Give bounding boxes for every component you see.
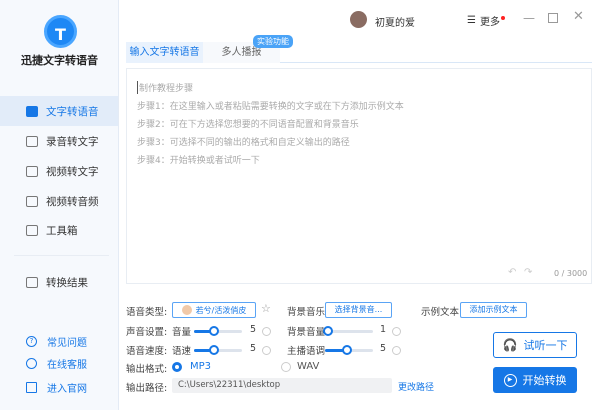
redo-icon[interactable]: ↷ (524, 267, 532, 278)
sidebar-item-label: 文字转语音 (46, 105, 99, 118)
headphones-icon: 🎧 (502, 338, 518, 352)
editor-placeholder-line: 步骤2：可在下方选择您想要的不同语音配置和背景音乐 (137, 120, 359, 130)
text-input-area[interactable]: 制作教程步骤 步骤1：在这里输入或者粘贴需要转换的文字或在下方添加示例文本 步骤… (126, 68, 592, 284)
more-label: 更多 (479, 17, 500, 28)
sidebar-divider (14, 255, 109, 256)
reset-pitch-icon[interactable] (392, 346, 401, 355)
menu-icon: ☰ (467, 15, 476, 26)
sidebar-item-label: 工具箱 (46, 224, 78, 237)
tab-text-to-speech[interactable]: 输入文字转语音 (126, 42, 203, 63)
speech-speed-label: 语音速度: (126, 346, 168, 357)
reset-bg-volume-icon[interactable] (392, 327, 401, 336)
pitch-label: 主播语调 (287, 346, 326, 357)
speed-label: 语速 (172, 346, 192, 357)
website-link[interactable]: 进入官网 (26, 380, 87, 395)
bg-volume-slider[interactable] (323, 326, 373, 336)
bg-volume-label: 背景音量 (287, 327, 326, 338)
results-icon (26, 276, 38, 288)
speed-value: 5 (250, 343, 257, 354)
link-label: 进入官网 (47, 384, 87, 395)
sidebar-item-text-to-speech[interactable]: 文字转语音 (0, 96, 118, 126)
favorite-star-icon[interactable]: ☆ (261, 302, 271, 315)
bg-volume-value: 1 (380, 324, 387, 335)
sidebar-item-label: 视频转音频 (46, 195, 99, 208)
headset-icon (26, 358, 37, 369)
record-icon (26, 135, 38, 147)
monitor-icon (26, 382, 37, 393)
minimize-icon[interactable]: — (523, 11, 535, 25)
reset-speed-icon[interactable] (262, 346, 271, 355)
sidebar: T 迅捷文字转语音 文字转语音 录音转文字 视频转文字 视频转音频 工具箱 转换… (0, 0, 119, 410)
experimental-badge: 实验功能 (253, 35, 293, 48)
editor-placeholder-line: 步骤1：在这里输入或者粘贴需要转换的文字或在下方添加示例文本 (137, 102, 404, 112)
pitch-value: 5 (380, 343, 387, 354)
voice-select-button[interactable]: 若兮/活泼俏皮 (172, 302, 256, 318)
play-circle-icon: ▶ (503, 373, 517, 387)
video-audio-icon (26, 195, 38, 207)
add-sample-text-button[interactable]: 添加示例文本 (460, 302, 527, 318)
sidebar-item-results[interactable]: 转换结果 (0, 267, 118, 297)
app-title: 迅捷文字转语音 (21, 54, 98, 67)
pitch-slider[interactable] (325, 345, 373, 355)
volume-slider-handle[interactable] (209, 326, 219, 336)
support-link[interactable]: 在线客服 (26, 356, 87, 371)
sidebar-item-toolbox[interactable]: 工具箱 (0, 215, 118, 245)
format-label: MP3 (190, 361, 212, 372)
sidebar-item-label: 转换结果 (46, 276, 88, 289)
undo-icon[interactable]: ↶ (508, 267, 516, 278)
radio-checked (172, 361, 182, 372)
format-wav-radio[interactable]: WAV (281, 361, 319, 372)
editor-placeholder-line: 步骤3：可选择不同的输出的格式和自定义输出的路径 (137, 138, 350, 148)
format-mp3-radio[interactable]: MP3 (172, 361, 211, 372)
avatar[interactable] (350, 11, 367, 28)
sidebar-item-video-to-text[interactable]: 视频转文字 (0, 156, 118, 186)
bg-volume-slider-handle[interactable] (323, 326, 333, 336)
link-label: 常见问题 (47, 338, 87, 349)
speed-slider[interactable] (194, 345, 242, 355)
output-format-label: 输出格式: (126, 364, 168, 375)
sound-settings-label: 声音设置: (126, 327, 168, 338)
volume-value: 5 (250, 324, 257, 335)
change-path-link[interactable]: 更改路径 (398, 380, 434, 393)
volume-slider[interactable] (194, 326, 242, 336)
start-convert-button[interactable]: ▶ 开始转换 (493, 367, 577, 393)
listen-button[interactable]: 🎧 试听一下 (493, 332, 577, 358)
link-label: 在线客服 (47, 360, 87, 371)
bg-music-label: 背景音乐 (287, 307, 326, 318)
choose-bg-music-button[interactable]: 选择背景音... (325, 302, 392, 318)
volume-label: 音量 (172, 327, 192, 338)
text-speech-icon (26, 105, 38, 117)
sidebar-item-label: 录音转文字 (46, 135, 99, 148)
speed-slider-handle[interactable] (209, 345, 219, 355)
voice-name: 若兮/活泼俏皮 (195, 305, 247, 315)
sidebar-item-video-to-audio[interactable]: 视频转音频 (0, 186, 118, 216)
toolbox-icon (26, 224, 38, 236)
editor-placeholder-line: 制作教程步骤 (137, 81, 193, 94)
username: 初夏的爱 (375, 18, 415, 29)
format-label: WAV (297, 361, 320, 372)
radio-unchecked (281, 361, 291, 372)
close-icon[interactable]: ✕ (573, 9, 584, 24)
char-counter: 0 / 3000 (554, 269, 588, 278)
maximize-icon[interactable] (548, 13, 558, 23)
editor-placeholder-line: 步骤4：开始转换或者试听一下 (137, 156, 260, 166)
app-logo: T (44, 15, 77, 48)
voice-type-label: 语音类型: (126, 307, 168, 318)
voice-avatar (181, 305, 192, 315)
video-text-icon (26, 165, 38, 177)
output-path-label: 输出路径: (126, 383, 168, 394)
question-icon: ? (26, 336, 37, 347)
sidebar-item-label: 视频转文字 (46, 165, 99, 178)
start-label: 开始转换 (522, 374, 567, 387)
reset-volume-icon[interactable] (262, 327, 271, 336)
listen-label: 试听一下 (523, 339, 568, 352)
sidebar-item-record-to-text[interactable]: 录音转文字 (0, 126, 118, 156)
output-path-field[interactable]: C:\Users\22311\desktop (172, 378, 392, 393)
more-menu-button[interactable]: ☰ 更多 (467, 13, 505, 28)
faq-link[interactable]: ? 常见问题 (26, 334, 87, 349)
pitch-slider-handle[interactable] (342, 345, 352, 355)
sample-text-label: 示例文本 (421, 307, 460, 318)
notification-dot (500, 15, 505, 20)
